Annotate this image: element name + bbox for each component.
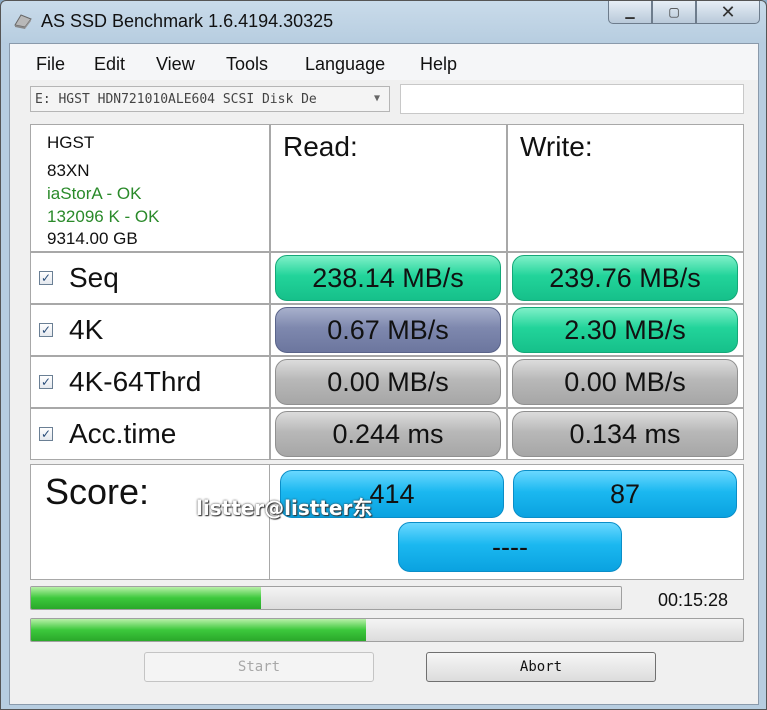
watermark: listter@listter东 [196,496,373,520]
abort-button[interactable]: Abort [426,652,656,682]
minimize-icon: ▁ [625,5,635,19]
seq-checkbox[interactable]: ✓ [39,271,53,285]
menu-bar: File Edit View Tools Language Help [10,44,758,80]
acctime-read-value: 0.244 ms [275,411,501,457]
4k-write-cell: 2.30 MB/s [507,304,744,356]
client-area: File Edit View Tools Language Help E: HG… [9,43,759,705]
overall-progress-bar [30,618,744,642]
menu-file[interactable]: File [36,54,65,75]
4k64-write-cell: 0.00 MB/s [507,356,744,408]
acctime-read-cell: 0.244 ms [270,408,507,460]
menu-view[interactable]: View [156,54,195,75]
score-total-value: ---- [398,522,622,572]
4k-write-value: 2.30 MB/s [512,307,738,353]
seq-read-value: 238.14 MB/s [275,255,501,301]
results-grid: HGST 83XN iaStorA - OK 132096 K - OK 931… [30,124,744,580]
menu-tools[interactable]: Tools [226,54,268,75]
checkmark-icon: ✓ [40,375,52,389]
score-label: Score: [45,471,150,512]
close-button[interactable]: ✕ [696,1,760,24]
drive-firmware: 83XN [47,161,90,180]
4k64-read-value: 0.00 MB/s [275,359,501,405]
minimize-button[interactable]: ▁ [608,1,652,24]
drive-info-panel: HGST 83XN iaStorA - OK 132096 K - OK 931… [30,124,270,252]
seq-write-cell: 239.76 MB/s [507,252,744,304]
start-button[interactable]: Start [144,652,374,682]
close-icon: ✕ [720,1,736,22]
read-header: Read: [270,124,507,252]
4k64-write-value: 0.00 MB/s [512,359,738,405]
maximize-button[interactable]: ▢ [652,1,696,24]
status-field [400,84,744,114]
overall-progress-fill [31,619,366,641]
seq-read-cell: 238.14 MB/s [270,252,507,304]
seq-label: Seq [69,262,119,293]
test-progress-fill [31,587,262,609]
menu-help[interactable]: Help [420,54,457,75]
acctime-label: Acc.time [69,418,177,449]
drive-select-value: E: HGST HDN721010ALE604 SCSI Disk De [35,92,317,107]
write-header-label: Write: [520,131,593,162]
4k-label: 4K [69,314,104,345]
read-header-label: Read: [283,131,358,162]
checkmark-icon: ✓ [40,271,52,285]
row-4k64-label-cell: ✓ 4K-64Thrd [30,356,270,408]
window-title: AS SSD Benchmark 1.6.4194.30325 [41,11,334,31]
row-acctime-label-cell: ✓ Acc.time [30,408,270,460]
score-label-cell: Score: [30,464,270,580]
score-write-value: 87 [513,470,737,518]
write-header: Write: [507,124,744,252]
app-window: AS SSD Benchmark 1.6.4194.30325 ▁ ▢ ✕ Fi… [0,0,767,710]
checkmark-icon: ✓ [40,427,52,441]
row-seq-label-cell: ✓ Seq [30,252,270,304]
hard-disk-icon [14,14,32,29]
acctime-write-value: 0.134 ms [512,411,738,457]
seq-write-value: 239.76 MB/s [512,255,738,301]
menu-language[interactable]: Language [305,54,385,75]
drive-vendor: HGST [47,133,95,152]
4k-checkbox[interactable]: ✓ [39,323,53,337]
test-progress-bar [30,586,622,610]
row-4k-label-cell: ✓ 4K [30,304,270,356]
driver-status: iaStorA - OK [47,184,142,203]
4k64-label: 4K-64Thrd [69,366,202,397]
4k64-read-cell: 0.00 MB/s [270,356,507,408]
title-bar[interactable]: AS SSD Benchmark 1.6.4194.30325 ▁ ▢ ✕ [1,1,766,41]
drive-select[interactable]: E: HGST HDN721010ALE604 SCSI Disk De ▼ [30,86,390,112]
4k-read-cell: 0.67 MB/s [270,304,507,356]
4k64-checkbox[interactable]: ✓ [39,375,53,389]
4k-read-value: 0.67 MB/s [275,307,501,353]
alignment-status: 132096 K - OK [47,207,160,226]
drive-size: 9314.00 GB [47,229,138,248]
menu-edit[interactable]: Edit [94,54,125,75]
acctime-checkbox[interactable]: ✓ [39,427,53,441]
elapsed-time: 00:15:28 [658,590,729,610]
chevron-down-icon[interactable]: ▼ [367,89,387,109]
acctime-write-cell: 0.134 ms [507,408,744,460]
maximize-icon: ▢ [668,5,680,19]
checkmark-icon: ✓ [40,323,52,337]
window-controls: ▁ ▢ ✕ [608,1,760,24]
